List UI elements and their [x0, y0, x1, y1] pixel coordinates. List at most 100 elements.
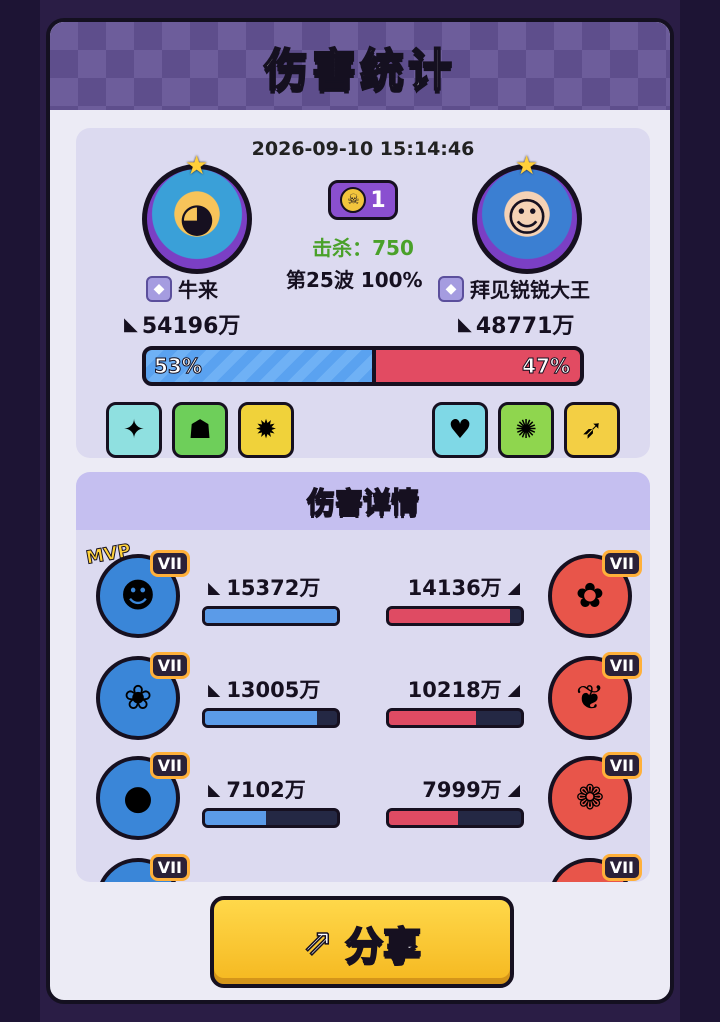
left-damage-value: 7102万: [226, 778, 306, 802]
damage-detail-header: 伤害详情: [76, 472, 650, 530]
right-damage-fill: [389, 609, 511, 623]
tier-badge: VII: [149, 550, 190, 577]
star-icon: ★: [515, 151, 539, 181]
right-damage-bar: [386, 606, 524, 626]
hero-left-avatar[interactable]: VII: [96, 854, 190, 882]
rank-icon: ◆: [146, 275, 172, 302]
right-damage-bar: [386, 708, 524, 728]
player-right-power: ◣ 48771万: [458, 308, 574, 340]
hero-left-avatar[interactable]: ● VII: [96, 752, 190, 840]
left-damage-fill: [205, 711, 318, 725]
hero-left-avatar[interactable]: ❀ VII: [96, 652, 190, 740]
kill-badge-count: 1: [370, 187, 386, 213]
rank-icon: ◆: [438, 275, 464, 302]
damage-row: VII VII: [76, 844, 650, 882]
damage-row: ❀ VII ◣ 13005万 10218万 ◢ ❦ VII: [76, 642, 650, 742]
gear-skill-icon[interactable]: ✺: [498, 402, 554, 458]
mvp-badge: MVP: [84, 540, 133, 570]
player-left-power: ◣ 54196万: [124, 308, 240, 340]
power-icon: ◢: [507, 779, 520, 799]
wave-progress: 第25波 100%: [286, 268, 423, 292]
share-icon: ⇗: [302, 921, 334, 964]
player-right-power-value: 48771万: [475, 314, 575, 339]
power-icon: ◣: [458, 313, 472, 335]
right-damage-bar: [386, 808, 524, 828]
octopus-hero-icon: ✿: [575, 576, 605, 616]
power-icon: ◢: [507, 679, 520, 699]
power-icon: ◣: [208, 577, 221, 597]
kill-badge: ☠ 1: [328, 180, 398, 220]
left-damage: ◣ 13005万: [208, 674, 320, 704]
player-right-name-text: 拜见锐锐大王: [470, 278, 590, 302]
hero-right-avatar[interactable]: ❦ VII: [548, 652, 642, 740]
hero-left-avatar[interactable]: MVP ☻ VII: [84, 540, 190, 638]
panel-header: 伤害统计: [50, 22, 670, 110]
monkey-hero-icon: ●: [123, 778, 153, 818]
tier-badge: VII: [601, 652, 642, 679]
ratio-left-label: 53%: [154, 354, 203, 379]
kill-count: 击杀：750: [312, 236, 414, 260]
skull-icon: ☠: [340, 187, 367, 213]
beast-skill-icon[interactable]: ✹: [238, 402, 294, 458]
right-damage-value: 7999万: [422, 778, 502, 802]
left-damage-bar: [202, 808, 340, 828]
right-damage: 14136万 ◢: [408, 572, 520, 602]
share-label: 分享: [344, 923, 422, 969]
power-icon: ◣: [208, 779, 221, 799]
right-skills: ♥ ✺ ➶: [432, 402, 620, 458]
left-damage-bar: [202, 708, 340, 728]
tier-badge: VII: [149, 854, 190, 881]
background-left: [0, 0, 40, 1022]
player-left-name-text: 牛来: [178, 278, 218, 302]
crossbow-skill-icon[interactable]: ➶: [564, 402, 620, 458]
left-damage-value: 15372万: [226, 576, 321, 600]
damage-detail-list[interactable]: MVP ☻ VII ◣ 15372万 14136万 ◢ ✿ VII ❀ VII: [76, 530, 650, 882]
star-icon: ★: [185, 151, 209, 181]
totem-skill-icon[interactable]: ☗: [172, 402, 228, 458]
power-icon: ◢: [507, 577, 520, 597]
left-damage-fill: [205, 811, 266, 825]
hero-right-avatar[interactable]: ✿ VII: [548, 550, 642, 638]
player-left-name: ◆ 牛来: [146, 274, 218, 303]
left-damage: ◣ 7102万: [208, 774, 306, 804]
player-right-name: ◆ 拜见锐锐大王: [438, 274, 590, 303]
left-damage: ◣ 15372万: [208, 572, 320, 602]
right-damage: 7999万 ◢: [422, 774, 520, 804]
damage-stats-panel: 伤害统计 2026-09-10 15:14:46 ★ ◕ ★ ☺ ☠ 1 击杀：…: [46, 18, 674, 1004]
ratio-right-label: 47%: [522, 354, 571, 379]
fairy-hero-icon: ❁: [575, 778, 605, 818]
tier-badge: VII: [149, 752, 190, 779]
heart-skill-icon[interactable]: ♥: [432, 402, 488, 458]
damage-row: MVP ☻ VII ◣ 15372万 14136万 ◢ ✿ VII: [76, 540, 650, 640]
tier-badge: VII: [601, 550, 642, 577]
ratio-right-fill: 47%: [376, 350, 580, 382]
background-right: [680, 0, 720, 1022]
toad-hero-icon: ❀: [123, 678, 153, 718]
right-damage: 10218万 ◢: [408, 674, 520, 704]
battle-timestamp: 2026-09-10 15:14:46: [251, 138, 475, 160]
damage-row: ● VII ◣ 7102万 7999万 ◢ ❁ VII: [76, 742, 650, 842]
left-damage-fill: [205, 609, 337, 623]
power-icon: ◣: [124, 313, 138, 335]
hero-right-avatar[interactable]: ❁ VII: [548, 752, 642, 840]
right-damage-value: 10218万: [407, 678, 502, 702]
tier-badge: VII: [149, 652, 190, 679]
damage-detail-title: 伤害详情: [306, 485, 420, 520]
tier-badge: VII: [601, 854, 642, 881]
hooded-hero-icon: ☻: [120, 576, 156, 616]
player-left-power-value: 54196万: [141, 314, 241, 339]
hero-right-avatar[interactable]: VII: [548, 854, 642, 882]
ratio-left-fill: 53%: [146, 350, 377, 382]
left-damage-bar: [202, 606, 340, 626]
left-skills: ✦ ☗ ✹: [106, 402, 294, 458]
share-button[interactable]: ⇗ 分享: [210, 896, 514, 988]
tier-badge: VII: [601, 752, 642, 779]
plant-hero-icon: ❦: [575, 678, 605, 718]
left-damage-value: 13005万: [226, 678, 321, 702]
damage-ratio-bar: 53% 47%: [142, 346, 584, 386]
bubble-skill-icon[interactable]: ✦: [106, 402, 162, 458]
battle-summary: 2026-09-10 15:14:46 ★ ◕ ★ ☺ ☠ 1 击杀：750 第…: [76, 128, 650, 458]
right-damage-value: 14136万: [407, 576, 502, 600]
power-icon: ◣: [208, 679, 221, 699]
right-damage-fill: [389, 811, 458, 825]
